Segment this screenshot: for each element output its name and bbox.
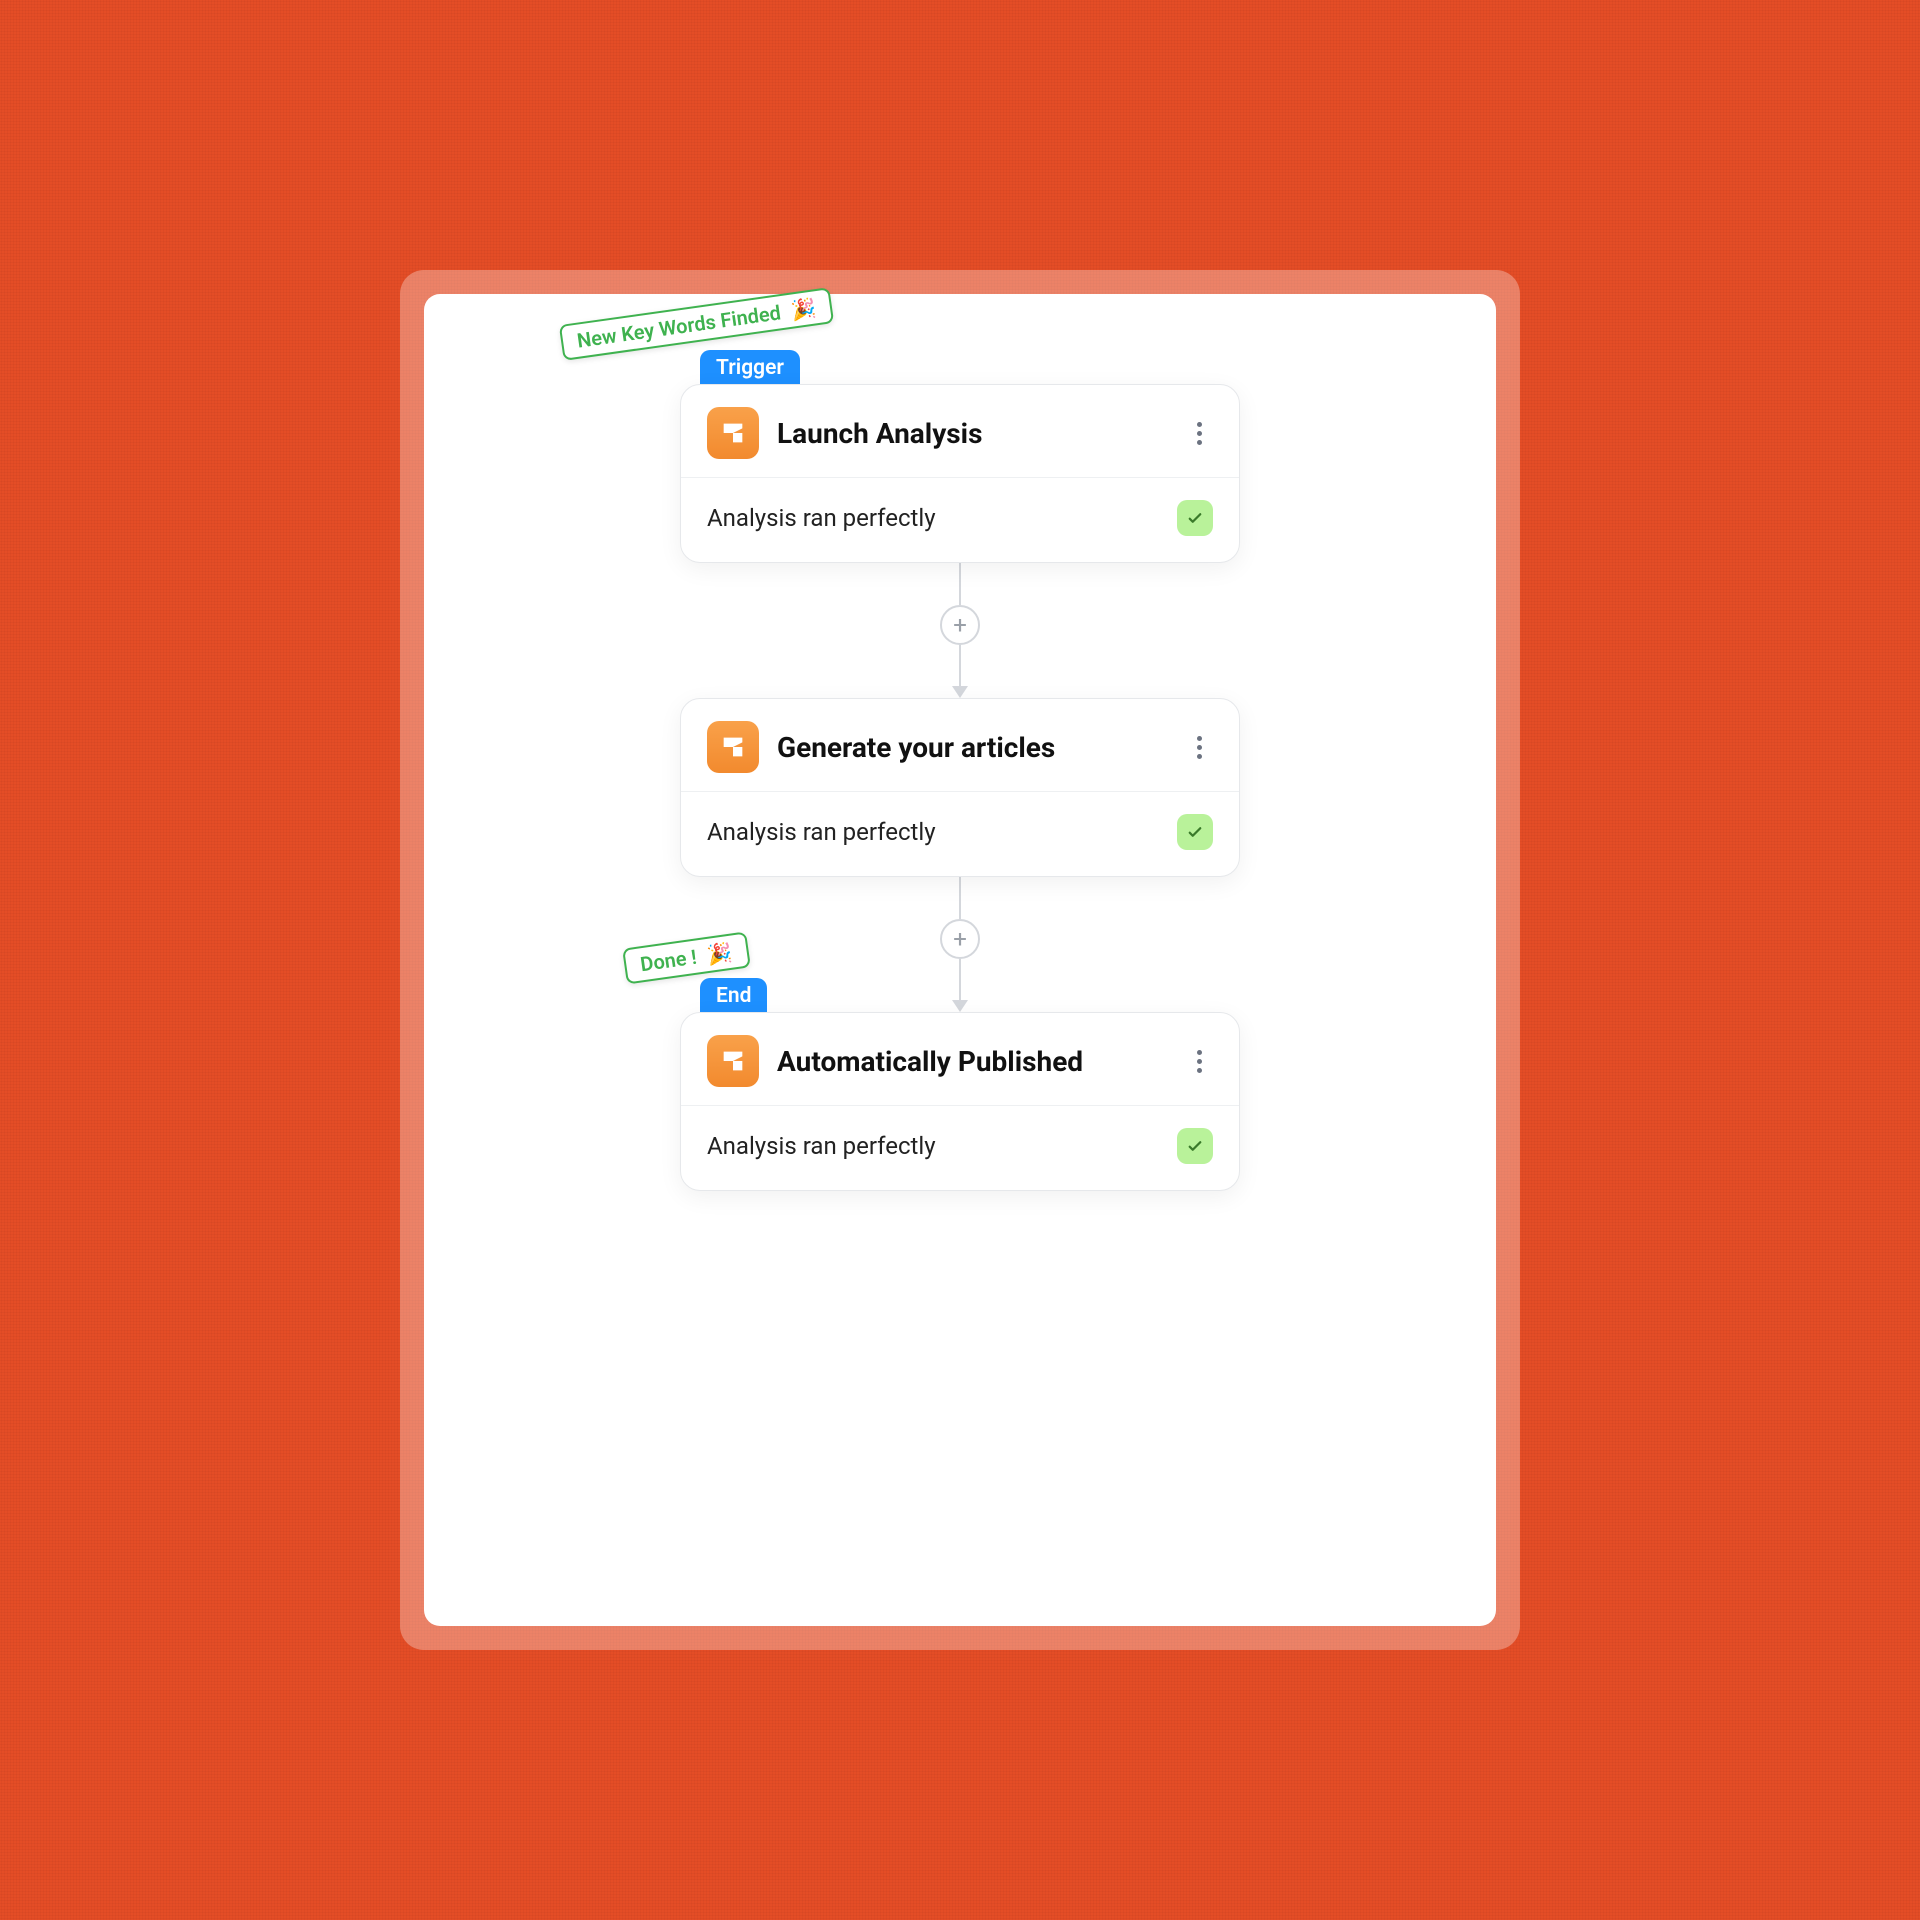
sticker-label: Done !	[639, 945, 698, 977]
connector-line	[959, 645, 961, 687]
success-check-icon	[1177, 500, 1213, 536]
card-header: Automatically Published	[681, 1013, 1239, 1106]
app-icon	[707, 407, 759, 459]
add-step-button[interactable]: +	[940, 919, 980, 959]
workflow-node: New Key Words Finded 🎉 Trigger Launch An…	[680, 384, 1240, 563]
node-title: Generate your articles	[777, 731, 1185, 764]
more-menu-button[interactable]	[1185, 1047, 1213, 1075]
status-text: Analysis ran perfectly	[707, 1132, 936, 1160]
more-menu-button[interactable]	[1185, 419, 1213, 447]
connector-line	[959, 959, 961, 1001]
node-title: Automatically Published	[777, 1045, 1185, 1078]
workflow-node: Done ! 🎉 End Automatically Published	[680, 1012, 1240, 1191]
node-title: Launch Analysis	[777, 417, 1185, 450]
node-pill-end: End	[700, 978, 767, 1014]
app-icon	[707, 721, 759, 773]
more-menu-button[interactable]	[1185, 733, 1213, 761]
connector: +	[940, 877, 980, 1012]
arrow-down-icon	[952, 1000, 968, 1012]
card-body: Analysis ran perfectly	[681, 1106, 1239, 1190]
node-pill-trigger: Trigger	[700, 350, 800, 386]
node-card[interactable]: Generate your articles Analysis ran perf…	[680, 698, 1240, 877]
connector-line	[959, 563, 961, 605]
arrow-down-icon	[952, 686, 968, 698]
party-popper-icon: 🎉	[706, 940, 734, 967]
node-card[interactable]: Launch Analysis Analysis ran perfectly	[680, 384, 1240, 563]
card-body: Analysis ran perfectly	[681, 478, 1239, 562]
workflow-column: New Key Words Finded 🎉 Trigger Launch An…	[680, 384, 1240, 1191]
sticker-done: Done ! 🎉	[622, 932, 750, 985]
connector: +	[940, 563, 980, 698]
status-text: Analysis ran perfectly	[707, 504, 936, 532]
card-body: Analysis ran perfectly	[681, 792, 1239, 876]
app-icon	[707, 1035, 759, 1087]
status-text: Analysis ran perfectly	[707, 818, 936, 846]
success-check-icon	[1177, 814, 1213, 850]
node-card[interactable]: Automatically Published Analysis ran per…	[680, 1012, 1240, 1191]
success-check-icon	[1177, 1128, 1213, 1164]
party-popper-icon: 🎉	[790, 295, 818, 322]
outer-frame: New Key Words Finded 🎉 Trigger Launch An…	[400, 270, 1520, 1650]
add-step-button[interactable]: +	[940, 605, 980, 645]
card-header: Generate your articles	[681, 699, 1239, 792]
workflow-node: Generate your articles Analysis ran perf…	[680, 698, 1240, 877]
sticker-label: New Key Words Finded	[576, 300, 783, 352]
connector-line	[959, 877, 961, 919]
workflow-canvas: New Key Words Finded 🎉 Trigger Launch An…	[424, 294, 1496, 1626]
card-header: Launch Analysis	[681, 385, 1239, 478]
